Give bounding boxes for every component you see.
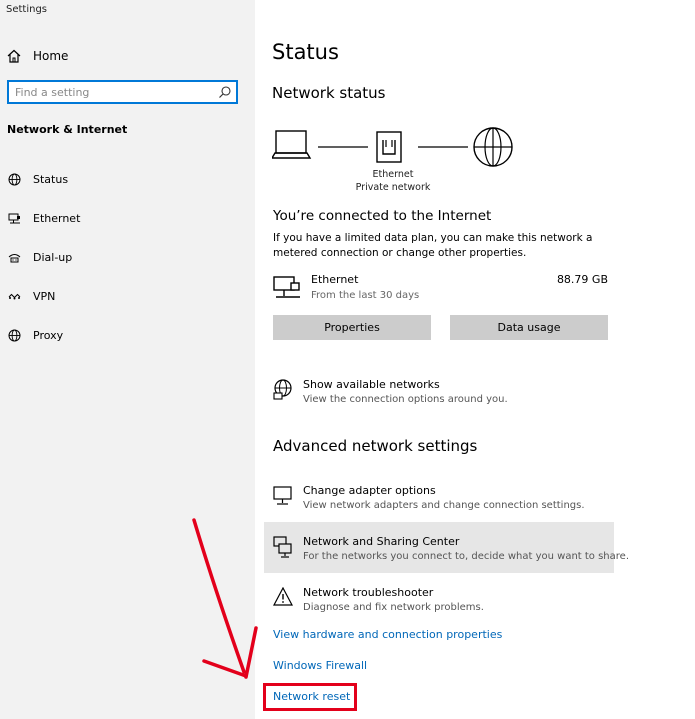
connection-period: From the last 30 days [311,290,420,301]
advanced-heading: Advanced network settings [273,437,478,455]
show-networks-link[interactable]: Show available networks View the connect… [273,378,613,410]
network-caption: Private network [355,182,431,193]
laptop-icon [272,130,312,159]
connection-name: Ethernet [311,273,359,286]
item-desc: For the networks you connect to, decide … [303,551,629,562]
sidebar-item-label: Ethernet [33,211,81,225]
section-title: Network & Internet [7,123,128,136]
globe-icon [7,328,21,342]
data-usage-value: 88.79 GB [556,273,608,286]
show-networks-desc: View the connection options around you. [303,394,508,405]
item-title: Network troubleshooter [303,586,434,599]
home-nav-item[interactable]: Home [7,45,68,67]
show-networks-title: Show available networks [303,378,440,391]
ethernet-port-icon [376,131,402,163]
main-content: Status Network status Ethernet Private n… [255,0,695,719]
dialup-icon [7,250,21,264]
vpn-icon [7,289,21,303]
hardware-properties-link[interactable]: View hardware and connection properties [273,628,502,641]
item-desc: Diagnose and fix network problems. [303,602,484,613]
search-icon[interactable] [218,85,232,99]
sidebar-item-label: VPN [33,289,56,303]
highlight-box [263,683,357,711]
globe-icon [7,172,21,186]
windows-firewall-link[interactable]: Windows Firewall [273,659,367,672]
monitor-icon [273,486,292,505]
sidebar-item-ethernet[interactable]: Ethernet [7,208,80,228]
sidebar-item-label: Status [33,172,69,186]
search-input[interactable] [15,84,210,100]
warning-icon [273,587,293,606]
home-icon [7,49,21,63]
adapter-caption: Ethernet [372,169,414,180]
data-usage-button[interactable]: Data usage [450,315,608,340]
sidebar-item-dial-up[interactable]: Dial-up [7,247,72,267]
item-title: Change adapter options [303,484,436,497]
sidebar-item-status[interactable]: Status [7,169,68,189]
properties-button[interactable]: Properties [273,315,431,340]
network-diagram [272,127,513,167]
network-sharing-center-link[interactable]: Network and Sharing Center For the netwo… [273,535,629,567]
item-title: Network and Sharing Center [303,535,460,548]
sharing-icon [273,536,292,558]
home-label: Home [33,49,69,63]
search-box[interactable] [7,80,238,104]
wireless-network-icon [273,379,292,400]
sidebar-item-vpn[interactable]: VPN [7,286,55,306]
ethernet-computer-icon [273,276,300,298]
window-title: Settings [6,4,48,15]
sidebar-item-label: Proxy [33,328,64,342]
connection-summary: Ethernet From the last 30 days 88.79 GB [273,272,608,306]
sidebar-item-proxy[interactable]: Proxy [7,325,63,345]
network-troubleshooter-link[interactable]: Network troubleshooter Diagnose and fix … [273,586,613,618]
ethernet-icon [7,211,21,225]
change-adapter-options-link[interactable]: Change adapter options View network adap… [273,484,613,516]
item-desc: View network adapters and change connect… [303,500,585,511]
connected-description: If you have a limited data plan, you can… [273,232,593,259]
page-title: Status [272,40,339,64]
network-status-heading: Network status [272,84,386,102]
sidebar-item-label: Dial-up [33,250,73,264]
connected-heading: You’re connected to the Internet [273,208,492,224]
globe-icon [473,127,513,167]
sidebar: Settings Home Network & Internet Status … [0,0,255,719]
